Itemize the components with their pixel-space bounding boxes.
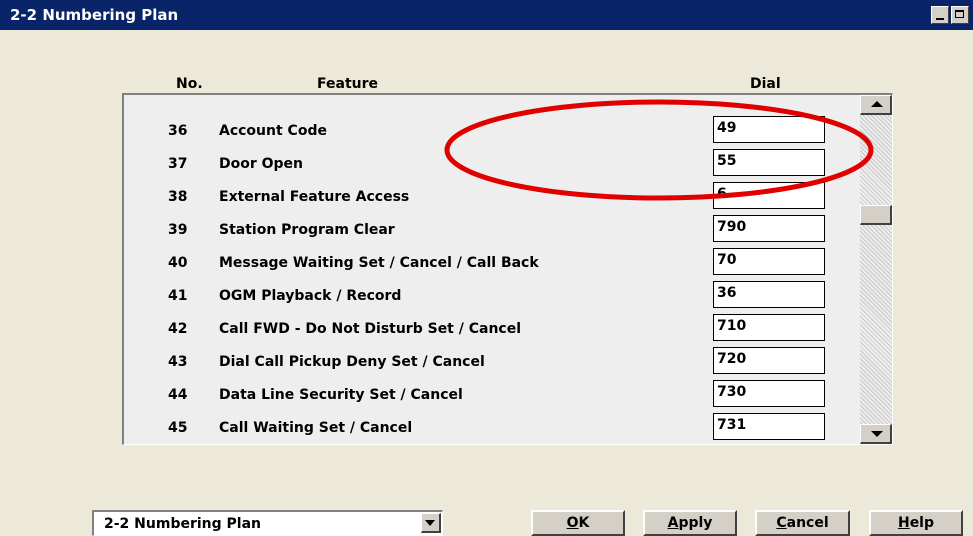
dropdown-arrow-icon [425, 520, 435, 526]
dial-input[interactable]: 720 [713, 347, 825, 374]
vertical-scrollbar[interactable] [860, 95, 892, 444]
row-number: 44 [168, 387, 188, 403]
dial-input[interactable]: 730 [713, 380, 825, 407]
dial-input[interactable]: 731 [713, 413, 825, 440]
cancel-button-mnemonic: C [776, 515, 787, 531]
cancel-button-label: ancel [786, 515, 829, 531]
row-feature: Data Line Security Set / Cancel [219, 387, 463, 403]
table-row: 41 OGM Playback / Record 36 [124, 280, 859, 313]
table-row: 36 Account Code 49 [124, 115, 859, 148]
page-select-dropdown-button[interactable] [421, 513, 441, 533]
scroll-thumb[interactable] [860, 205, 892, 225]
row-feature: Door Open [219, 156, 304, 172]
dial-input[interactable]: 70 [713, 248, 825, 275]
row-number: 39 [168, 222, 188, 238]
page-select[interactable]: 2-2 Numbering Plan [92, 510, 443, 536]
row-number: 37 [168, 156, 188, 172]
minimize-button[interactable] [931, 6, 949, 24]
scroll-down-button[interactable] [860, 424, 892, 444]
dial-input[interactable]: 710 [713, 314, 825, 341]
row-number: 42 [168, 321, 188, 337]
column-header-dial: Dial [750, 76, 781, 92]
table-row: 43 Dial Call Pickup Deny Set / Cancel 72… [124, 346, 859, 379]
table-row: 38 External Feature Access 6 [124, 181, 859, 214]
row-feature: Call Waiting Set / Cancel [219, 420, 413, 436]
ok-button-label: K [578, 515, 590, 531]
dial-input[interactable]: 6 [713, 182, 825, 209]
scroll-up-button[interactable] [860, 95, 892, 115]
table-row: 45 Call Waiting Set / Cancel 731 [124, 412, 859, 445]
help-button[interactable]: Help [869, 510, 963, 536]
dial-input[interactable]: 55 [713, 149, 825, 176]
column-header-no: No. [176, 76, 203, 92]
dial-input[interactable]: 36 [713, 281, 825, 308]
row-feature: OGM Playback / Record [219, 288, 402, 304]
apply-button[interactable]: Apply [643, 510, 737, 536]
scroll-down-icon [871, 431, 883, 437]
maximize-button[interactable] [951, 6, 969, 24]
dial-input[interactable]: 49 [713, 116, 825, 143]
feature-list[interactable]: 36 Account Code 49 37 Door Open 55 38 Ex… [122, 93, 893, 445]
apply-button-mnemonic: A [667, 515, 679, 531]
ok-button-mnemonic: O [566, 515, 579, 531]
row-number: 41 [168, 288, 188, 304]
dial-input[interactable]: 790 [713, 215, 825, 242]
table-row: 40 Message Waiting Set / Cancel / Call B… [124, 247, 859, 280]
table-row: 42 Call FWD - Do Not Disturb Set / Cance… [124, 313, 859, 346]
column-header-feature: Feature [317, 76, 378, 92]
row-number: 45 [168, 420, 188, 436]
minimize-icon [936, 18, 944, 20]
table-row: 44 Data Line Security Set / Cancel 730 [124, 379, 859, 412]
cancel-button[interactable]: Cancel [755, 510, 850, 536]
row-number: 40 [168, 255, 188, 271]
apply-button-label: pply [678, 515, 713, 531]
table-row: 39 Station Program Clear 790 [124, 214, 859, 247]
window-title: 2-2 Numbering Plan [10, 6, 179, 24]
row-number: 36 [168, 123, 188, 139]
title-bar[interactable]: 2-2 Numbering Plan [0, 0, 973, 30]
row-number: 38 [168, 189, 188, 205]
ok-button[interactable]: OK [531, 510, 625, 536]
help-button-mnemonic: H [897, 515, 910, 531]
row-feature: Dial Call Pickup Deny Set / Cancel [219, 354, 485, 370]
row-feature: Message Waiting Set / Cancel / Call Back [219, 255, 539, 271]
page-select-value: 2-2 Numbering Plan [104, 516, 261, 532]
maximize-icon [955, 10, 964, 18]
row-feature: Station Program Clear [219, 222, 395, 238]
row-feature: External Feature Access [219, 189, 410, 205]
row-feature: Account Code [219, 123, 327, 139]
table-row: 37 Door Open 55 [124, 148, 859, 181]
scroll-up-icon [871, 101, 883, 107]
help-button-label: elp [909, 515, 935, 531]
row-number: 43 [168, 354, 188, 370]
row-feature: Call FWD - Do Not Disturb Set / Cancel [219, 321, 522, 337]
